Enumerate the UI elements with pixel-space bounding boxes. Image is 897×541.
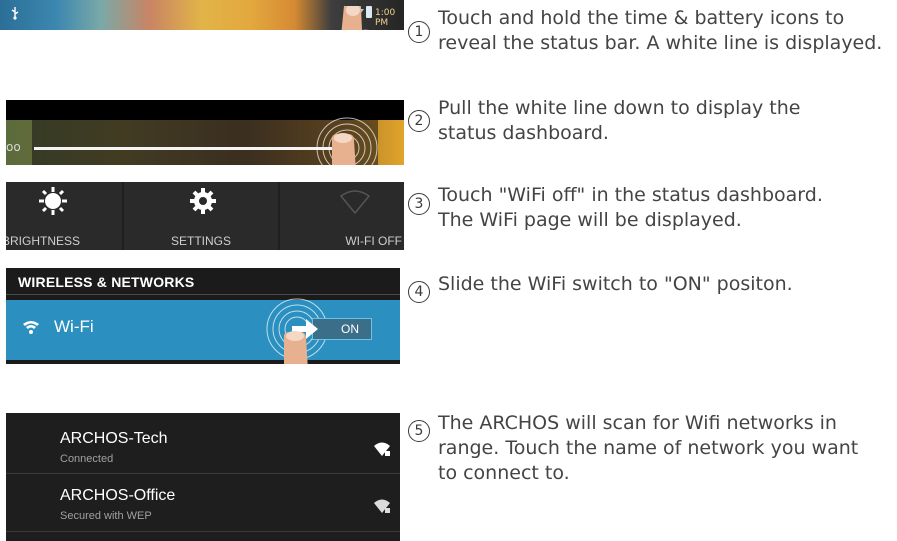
step-text: Pull the white line down to display the …: [438, 96, 800, 146]
status-bar-screenshot: 1:00 PM: [0, 0, 404, 30]
brightness-label: BRIGHTNESS: [6, 234, 81, 248]
white-line-handle[interactable]: [34, 147, 354, 150]
dashboard-screenshot: BRIGHTNESS SETTINGS WI-FI OFF: [6, 182, 404, 250]
step-line: reveal the status bar. A white line is d…: [438, 32, 883, 54]
wifi-off-label: WI-FI OFF: [345, 234, 402, 248]
step-text: Touch and hold the time & battery icons …: [438, 6, 882, 56]
network-item[interactable]: ARCHOS-Tech Connected: [6, 419, 400, 473]
wifi-switch[interactable]: ON: [312, 318, 372, 340]
status-fragment: oo: [6, 140, 21, 154]
brightness-icon: [39, 187, 67, 215]
step-line: Touch and hold the time & battery icons …: [438, 7, 845, 29]
section-header: WIRELESS & NETWORKS: [18, 274, 195, 290]
step-text: The ARCHOS will scan for Wifi networks i…: [438, 411, 858, 486]
wifi-label: Wi-Fi: [54, 317, 94, 336]
wifi-lock-icon: [374, 499, 390, 513]
switch-label: ON: [341, 322, 359, 336]
step-line: The ARCHOS will scan for Wifi networks i…: [438, 412, 837, 434]
divider: [6, 294, 400, 295]
wireless-settings-screenshot: WIRELESS & NETWORKS Wi-Fi ON: [6, 268, 400, 364]
network-status: Connected: [60, 453, 114, 465]
step-line: status dashboard.: [438, 122, 609, 144]
step-number: 1: [408, 21, 430, 43]
wifi-off-tile[interactable]: WI-FI OFF: [280, 182, 404, 250]
network-item[interactable]: ARCHOS-Office Secured with WEP: [6, 476, 400, 530]
network-status: Secured with WEP: [60, 510, 152, 522]
settings-label: SETTINGS: [170, 234, 231, 248]
finger-icon: [284, 331, 308, 364]
wifi-lock-icon: [374, 442, 390, 456]
wifi-icon: [23, 321, 39, 334]
settings-icon: [190, 188, 216, 214]
wifi-icon: [340, 190, 370, 214]
network-name[interactable]: ARCHOS-Tech: [60, 430, 168, 448]
step-text: Slide the WiFi switch to "ON" positon.: [438, 272, 793, 297]
step-number: 4: [408, 281, 430, 303]
step-line: The WiFi page will be displayed.: [438, 209, 742, 231]
step-line: to connect to.: [438, 462, 570, 484]
pull-down-screenshot: oo: [6, 100, 404, 165]
finger-icon: [332, 133, 356, 165]
finger-icon: [341, 6, 369, 30]
divider: [6, 531, 400, 532]
step-text: Touch "WiFi off" in the status dashboard…: [438, 183, 823, 233]
usb-icon: [10, 6, 20, 20]
step-number: 2: [408, 110, 430, 132]
divider: [6, 473, 400, 474]
step-line: Pull the white line down to display the: [438, 97, 801, 119]
step-line: range. Touch the name of network you wan…: [438, 437, 859, 459]
settings-tile[interactable]: SETTINGS: [124, 182, 278, 250]
network-list-screenshot: ARCHOS-Tech Connected ARCHOS-Office Secu…: [6, 413, 400, 541]
step-line: Touch "WiFi off" in the status dashboard…: [438, 184, 823, 206]
brightness-tile[interactable]: BRIGHTNESS: [6, 182, 122, 250]
network-name[interactable]: ARCHOS-Office: [60, 487, 175, 505]
step-line: Slide the WiFi switch to "ON" positon.: [438, 273, 793, 295]
step-number: 5: [408, 420, 430, 442]
step-number: 3: [408, 193, 430, 215]
